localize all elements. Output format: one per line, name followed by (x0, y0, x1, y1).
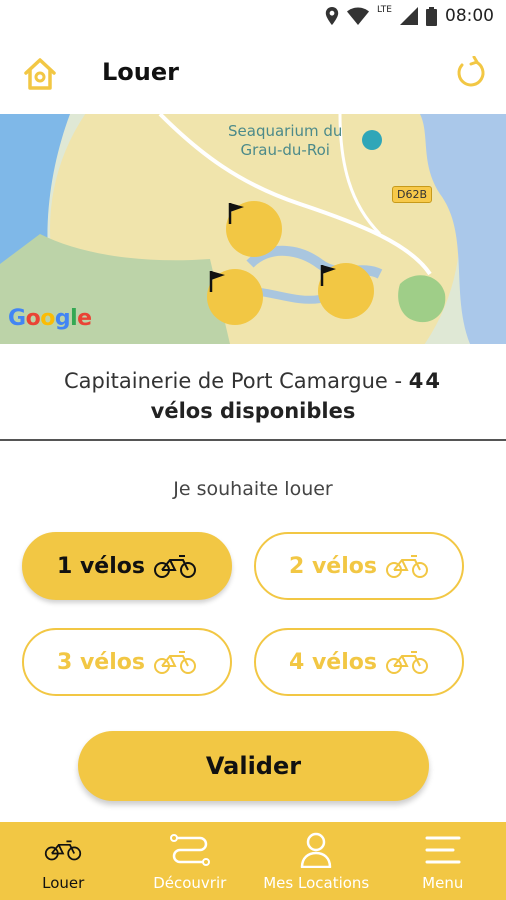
flag-icon (209, 271, 225, 292)
lte-label: LTE (377, 5, 392, 15)
user-icon (301, 832, 332, 868)
option-label: 2 vélos (289, 553, 377, 579)
availability-label: vélos disponibles (150, 399, 356, 423)
status-bar: LTE 08:00 (0, 0, 506, 36)
map-label-line1: Seaquarium du (228, 122, 343, 140)
nav-item-decouvrir[interactable]: Découvrir (127, 822, 254, 900)
wifi-icon (347, 7, 370, 25)
refresh-button[interactable] (454, 55, 488, 90)
station-marker[interactable] (207, 269, 263, 325)
menu-icon (425, 836, 461, 864)
page-title: Louer (102, 58, 179, 86)
map-label-line2: Grau-du-Roi (240, 141, 330, 159)
clock: 08:00 (445, 6, 494, 26)
nav-label: Menu (422, 874, 464, 892)
nav-item-mes-locations[interactable]: Mes Locations (253, 822, 380, 900)
option-3-bikes[interactable]: 3 vélos (22, 628, 232, 696)
nav-label: Découvrir (153, 874, 227, 892)
option-1-bike[interactable]: 1 vélos (22, 532, 232, 600)
bike-icon (45, 840, 82, 861)
station-name: Capitainerie de Port Camargue - (63, 369, 409, 393)
nav-item-menu[interactable]: Menu (380, 822, 506, 900)
location-icon (325, 7, 339, 25)
refresh-icon (457, 55, 485, 87)
station-info: Capitainerie de Port Camargue - 44 vélos… (0, 344, 506, 441)
battery-icon (426, 6, 437, 26)
signal-icon (400, 7, 418, 25)
option-label: 3 vélos (57, 649, 145, 675)
bottom-nav: Louer Découvrir Mes Locations Menu (0, 822, 506, 900)
bike-icon (385, 651, 428, 674)
option-label: 1 vélos (57, 553, 145, 579)
route-icon (169, 834, 210, 866)
option-2-bikes[interactable]: 2 vélos (254, 532, 464, 600)
home-button[interactable] (22, 56, 58, 92)
rental-prompt: Je souhaite louer (173, 478, 333, 500)
google-attribution: Google (8, 306, 92, 331)
option-4-bikes[interactable]: 4 vélos (254, 628, 464, 696)
option-label: 4 vélos (289, 649, 377, 675)
validate-button[interactable]: Valider (78, 731, 429, 801)
bike-icon (153, 651, 196, 674)
app-header: Louer (0, 36, 506, 114)
map-label-seaquarium: Seaquarium du Grau-du-Roi (228, 122, 342, 160)
bike-icon (153, 555, 196, 578)
bike-count: 44 (408, 369, 442, 393)
map-view[interactable]: Seaquarium du Grau-du-Roi D62B Google (0, 114, 506, 344)
station-marker[interactable] (318, 263, 374, 319)
station-line: Capitainerie de Port Camargue - 44 (0, 366, 506, 396)
road-label: D62B (392, 186, 433, 203)
flag-icon (320, 265, 336, 286)
nav-item-louer[interactable]: Louer (0, 822, 127, 900)
station-marker[interactable] (226, 201, 282, 257)
nav-label: Mes Locations (263, 874, 370, 892)
nav-label: Louer (42, 874, 85, 892)
home-icon (24, 58, 56, 90)
flag-icon (228, 203, 244, 224)
bike-icon (385, 555, 428, 578)
